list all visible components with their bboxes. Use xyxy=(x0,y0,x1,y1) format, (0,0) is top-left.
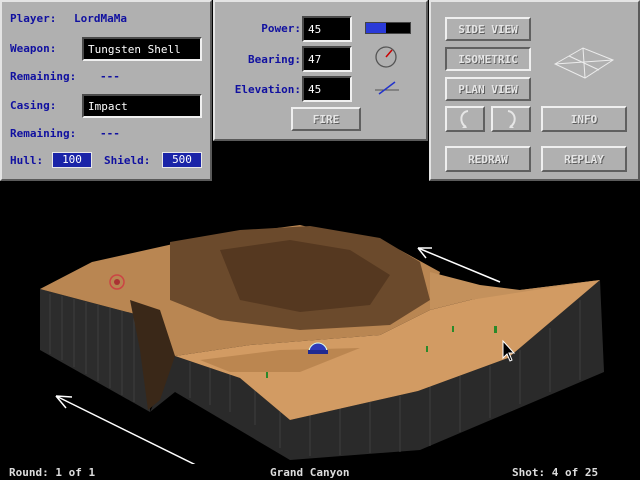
wind-arrow-icon xyxy=(55,395,196,464)
bearing-field[interactable]: 47 xyxy=(302,46,352,72)
casing-label: Casing: xyxy=(10,99,57,112)
casing-field[interactable]: Impact xyxy=(82,94,202,118)
player-name: LordMaMa xyxy=(74,12,127,25)
rotate-right-button[interactable] xyxy=(491,106,531,132)
map-name: Grand Canyon xyxy=(270,466,350,479)
power-label: Power: xyxy=(261,22,301,35)
isometric-view-icon xyxy=(553,47,615,79)
fire-button[interactable]: FIRE xyxy=(291,107,361,131)
shield-value: 500 xyxy=(162,152,202,168)
weapon-label: Weapon: xyxy=(10,42,57,55)
round-status: Round: 1 of 1 xyxy=(9,466,96,479)
side-view-button[interactable]: SIDE VIEW xyxy=(445,17,531,41)
shot-status: Shot: 4 of 25 xyxy=(512,466,599,479)
hull-label: Hull: xyxy=(10,154,44,167)
controls-panel: Power: 45 Bearing: 47 Elevation: 45 FIRE xyxy=(213,0,428,141)
rotate-ccw-icon xyxy=(460,110,469,128)
weapon-field[interactable]: Tungsten Shell xyxy=(82,37,202,61)
info-button[interactable]: INFO xyxy=(541,106,627,132)
isometric-button[interactable]: ISOMETRIC xyxy=(445,47,531,71)
view-panel: SIDE VIEW ISOMETRIC PLAN VIEW INFO REDRA… xyxy=(429,0,640,181)
power-bar xyxy=(365,22,411,34)
player-label: Player: xyxy=(10,12,57,25)
casing-remaining-value: --- xyxy=(100,127,120,140)
replay-button[interactable]: REPLAY xyxy=(541,146,627,172)
weapon-remaining-label: Remaining: xyxy=(10,70,77,83)
power-bar-fill xyxy=(366,23,386,33)
elevation-field[interactable]: 45 xyxy=(302,76,352,102)
power-field[interactable]: 45 xyxy=(302,16,352,42)
plan-view-button[interactable]: PLAN VIEW xyxy=(445,77,531,101)
elevation-label: Elevation: xyxy=(234,83,301,96)
hull-value: 100 xyxy=(52,152,92,168)
compass-icon xyxy=(375,46,397,68)
player-panel: Player: LordMaMa Weapon: Tungsten Shell … xyxy=(0,0,212,181)
terrain-view[interactable] xyxy=(0,181,640,464)
shield-label: Shield: xyxy=(104,154,151,167)
rotate-left-button[interactable] xyxy=(445,106,485,132)
rotate-cw-icon xyxy=(507,110,516,128)
elevation-angle-icon xyxy=(375,81,399,95)
bearing-label: Bearing: xyxy=(248,53,301,66)
casing-remaining-label: Remaining: xyxy=(10,127,77,140)
redraw-button[interactable]: REDRAW xyxy=(445,146,531,172)
weapon-remaining-value: --- xyxy=(100,70,120,83)
